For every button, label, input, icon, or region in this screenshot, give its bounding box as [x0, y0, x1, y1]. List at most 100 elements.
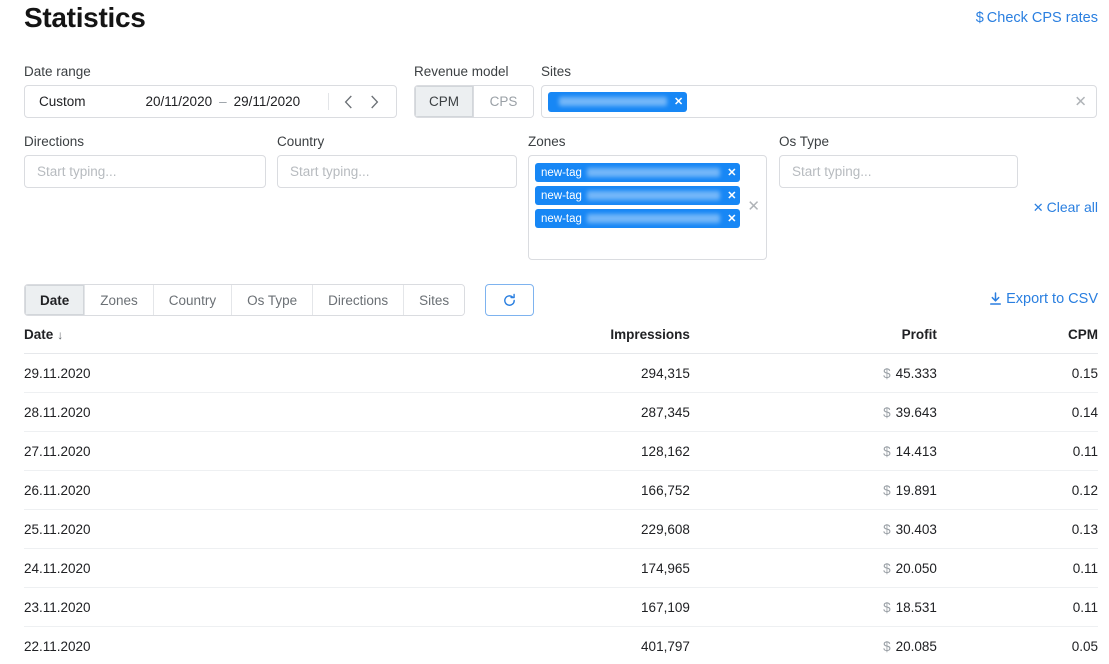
tab-country[interactable]: Country: [153, 285, 233, 315]
cell-date: 24.11.2020: [24, 548, 454, 588]
clear-all-button[interactable]: ✕ Clear all: [1033, 199, 1098, 216]
cell-profit-value: 20.050: [895, 561, 937, 576]
currency-symbol: $: [883, 522, 891, 537]
cell-impressions: 229,608: [453, 509, 690, 549]
zones-chip[interactable]: new-tag ✕: [535, 209, 741, 228]
table-row: 22.11.2020 401,797 $20.085 0.05: [24, 626, 1098, 664]
sites-label: Sites: [541, 64, 572, 79]
close-icon[interactable]: ✕: [674, 95, 683, 108]
currency-symbol: $: [883, 366, 891, 381]
sites-clear-icon[interactable]: ✕: [1074, 94, 1087, 109]
cell-profit: $14.413: [689, 431, 937, 471]
cell-profit-value: 20.085: [895, 639, 937, 654]
cell-cpm: 0.11: [936, 548, 1098, 588]
column-header-cpm[interactable]: CPM: [936, 327, 1098, 354]
directions-input[interactable]: Start typing...: [24, 155, 266, 188]
column-header-impressions[interactable]: Impressions: [453, 327, 690, 354]
chevron-right-icon[interactable]: [363, 90, 385, 114]
table-row: 24.11.2020 174,965 $20.050 0.11: [24, 548, 1098, 588]
tab-directions[interactable]: Directions: [313, 285, 405, 315]
directions-label: Directions: [24, 134, 85, 149]
currency-symbol: $: [883, 561, 891, 576]
check-cps-rates-link[interactable]: $ Check CPS rates: [976, 10, 1098, 26]
cell-impressions: 166,752: [453, 470, 690, 510]
cell-impressions: 401,797: [453, 626, 690, 664]
redacted-text: [586, 168, 721, 177]
table-row: 23.11.2020 167,109 $18.531 0.11: [24, 587, 1098, 627]
country-input[interactable]: Start typing...: [277, 155, 517, 188]
sites-field[interactable]: ✕ ✕: [541, 85, 1097, 118]
os-type-input[interactable]: Start typing...: [779, 155, 1018, 188]
tab-date[interactable]: Date: [25, 285, 86, 315]
date-range-field[interactable]: Custom 20/11/2020 – 29/11/2020: [24, 85, 397, 118]
table-row: 27.11.2020 128,162 $14.413 0.11: [24, 431, 1098, 471]
cell-profit-value: 30.403: [895, 522, 937, 537]
cell-profit-value: 19.891: [895, 483, 937, 498]
clear-all-label: Clear all: [1046, 199, 1098, 215]
zones-label: Zones: [528, 134, 566, 149]
date-range-start: 20/11/2020: [145, 94, 213, 109]
cell-cpm: 0.13: [936, 509, 1098, 549]
export-to-csv-button[interactable]: Export to CSV: [989, 291, 1098, 307]
cell-profit: $18.531: [689, 587, 937, 627]
date-range-label: Date range: [24, 64, 91, 79]
tab-zones[interactable]: Zones: [85, 285, 154, 315]
download-icon: [990, 292, 1002, 305]
zones-chip-label: new-tag: [541, 212, 582, 225]
cell-profit-value: 45.333: [895, 366, 937, 381]
cell-profit-value: 18.531: [895, 600, 937, 615]
cell-cpm: 0.12: [936, 470, 1098, 510]
close-icon: ✕: [1032, 200, 1044, 215]
table-row: 29.11.2020 294,315 $45.333 0.15: [24, 353, 1098, 393]
export-label: Export to CSV: [1006, 291, 1098, 307]
cell-impressions: 287,345: [453, 392, 690, 432]
revenue-model-option-cpm[interactable]: CPM: [415, 86, 474, 117]
date-range-values: 20/11/2020 – 29/11/2020: [146, 94, 301, 109]
column-header-date-label: Date: [24, 327, 54, 342]
divider: [328, 93, 330, 110]
cell-profit: $20.085: [689, 626, 937, 664]
sites-chip[interactable]: ✕: [548, 91, 688, 112]
tab-sites[interactable]: Sites: [404, 285, 465, 315]
column-header-date[interactable]: Date ↓: [24, 327, 454, 354]
currency-symbol: $: [883, 444, 891, 459]
dollar-icon: $: [975, 10, 984, 26]
date-range-mode: Custom: [39, 94, 86, 109]
zones-field[interactable]: new-tag ✕ new-tag ✕ new-tag ✕ ✕: [528, 155, 767, 260]
refresh-icon: [504, 293, 515, 306]
statistics-page: Statistics $ Check CPS rates Date range C…: [0, 0, 1109, 664]
cell-profit: $45.333: [689, 353, 937, 393]
redacted-text: [586, 191, 721, 200]
group-by-tabs: Date Zones Country Os Type Directions Si…: [24, 284, 466, 316]
arrow-down-icon: ↓: [57, 328, 64, 342]
currency-symbol: $: [883, 405, 891, 420]
check-cps-rates-label: Check CPS rates: [986, 10, 1098, 26]
date-range-dash: –: [219, 94, 227, 109]
refresh-button[interactable]: [485, 284, 534, 316]
cell-profit: $19.891: [689, 470, 937, 510]
table-header-row: Date ↓ Impressions Profit CPM: [24, 327, 1098, 354]
tab-os-type[interactable]: Os Type: [232, 285, 314, 315]
cell-profit-value: 39.643: [895, 405, 937, 420]
cell-date: 28.11.2020: [24, 392, 454, 432]
zones-chip-label: new-tag: [541, 189, 582, 202]
zones-clear-icon[interactable]: ✕: [747, 199, 760, 214]
chevron-left-icon[interactable]: [337, 90, 359, 114]
cell-cpm: 0.11: [936, 431, 1098, 471]
page-title: Statistics: [24, 2, 146, 33]
revenue-model-label: Revenue model: [414, 64, 509, 79]
cell-date: 22.11.2020: [24, 626, 454, 664]
close-icon[interactable]: ✕: [727, 189, 736, 202]
cell-impressions: 174,965: [453, 548, 690, 588]
cell-profit: $20.050: [689, 548, 937, 588]
close-icon[interactable]: ✕: [727, 212, 736, 225]
revenue-model-option-cps[interactable]: CPS: [474, 86, 533, 117]
cell-date: 23.11.2020: [24, 587, 454, 627]
os-type-label: Os Type: [779, 134, 830, 149]
zones-chip[interactable]: new-tag ✕: [535, 163, 741, 182]
cell-cpm: 0.15: [936, 353, 1098, 393]
column-header-profit[interactable]: Profit: [689, 327, 937, 354]
close-icon[interactable]: ✕: [727, 166, 736, 179]
zones-chip[interactable]: new-tag ✕: [535, 186, 741, 205]
currency-symbol: $: [883, 600, 891, 615]
